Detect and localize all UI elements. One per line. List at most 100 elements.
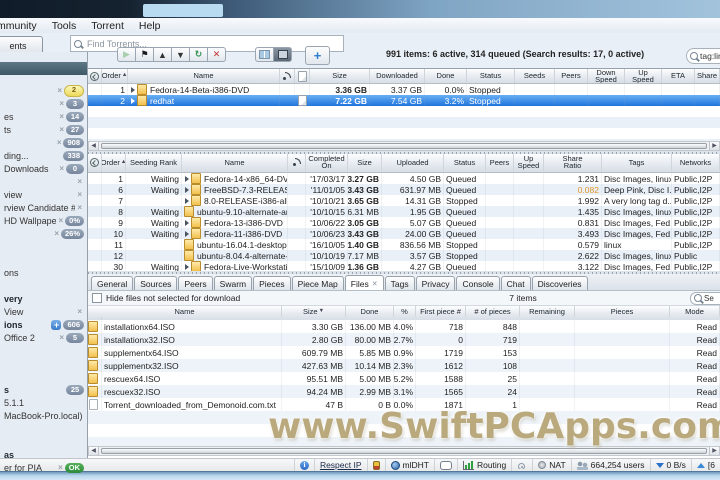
column-header-size[interactable]: Size ▼	[282, 306, 346, 317]
seeding-row[interactable]: 10 Waiting Fedora-11-i386-DVD '10/06/23 3.43…	[88, 228, 720, 239]
column-header-peers[interactable]: Peers	[486, 154, 514, 171]
add-torrent-button[interactable]	[305, 46, 330, 65]
tag-filter-box[interactable]: tag:linux	[686, 48, 720, 64]
expand-icon[interactable]	[185, 230, 189, 237]
sidebar-item[interactable]: MacBook-Pro.local)	[0, 409, 87, 422]
sidebar-item[interactable]: ding... 338	[0, 149, 87, 162]
sidebar-item[interactable]: very	[0, 292, 87, 305]
column-header-size[interactable]: Size	[310, 69, 370, 83]
close-icon[interactable]: ×	[58, 216, 63, 225]
column-header-rss-column-icon[interactable]	[288, 154, 306, 171]
column-header-name[interactable]: Name	[128, 69, 280, 83]
column-header-networks[interactable]: Networks	[672, 154, 720, 171]
column-header-name[interactable]: Name	[182, 154, 288, 171]
menu-item-help[interactable]: Help	[139, 20, 161, 32]
sidebar-item[interactable]: × 908	[0, 136, 87, 149]
close-icon[interactable]: ×	[54, 229, 59, 238]
column-setup-cell[interactable]	[88, 69, 102, 83]
files-search-box[interactable]: Se	[690, 291, 720, 305]
close-icon[interactable]: ×	[59, 164, 64, 173]
column-header-pieces[interactable]: Pieces	[575, 306, 670, 317]
column-header-seeding-rank[interactable]: Seeding Rank	[126, 154, 182, 171]
close-icon[interactable]: ×	[59, 333, 64, 342]
scroll-left-icon[interactable]: ◀	[89, 447, 99, 455]
expand-icon[interactable]	[185, 186, 189, 193]
seeding-row[interactable]: 9 Waiting Fedora-13-i386-DVD '10/06/22 3.05 …	[88, 217, 720, 228]
sidebar-item[interactable]: ions +606	[0, 318, 87, 331]
column-header-rss-column-icon[interactable]	[280, 69, 295, 83]
file-row[interactable]: rescuex64.ISO 95.51 MB 5.00 MB 5.2% 1588 25 Re…	[88, 372, 720, 385]
scroll-right-icon[interactable]: ▶	[709, 142, 719, 150]
expand-icon[interactable]	[185, 175, 189, 182]
stop-icon[interactable]	[135, 47, 154, 62]
column-header-status[interactable]: Status	[444, 154, 486, 171]
add-subscription-icon[interactable]: +	[51, 319, 62, 330]
close-icon[interactable]: ×	[59, 99, 64, 108]
start-icon[interactable]	[117, 47, 136, 62]
close-icon[interactable]: ×	[77, 190, 82, 199]
expand-icon[interactable]	[185, 263, 189, 270]
move-down-icon[interactable]	[171, 47, 190, 62]
close-icon[interactable]: ×	[77, 307, 82, 316]
column-header-share[interactable]: Share	[695, 69, 720, 83]
list-view-icon[interactable]	[273, 47, 292, 62]
sidebar-item[interactable]: View ×	[0, 305, 87, 318]
column-header-order[interactable]: Order ▲	[102, 154, 126, 171]
close-tab-icon[interactable]: ✕	[372, 280, 378, 288]
scrollbar-thumb[interactable]	[101, 448, 707, 454]
torrent-row[interactable]: 1 Fedora-14-Beta-i386-DVD 3.36 GB 3.37 GB 0.…	[88, 84, 720, 95]
tab-piece-map[interactable]: Piece Map	[291, 276, 344, 290]
column-header-mode[interactable]: Mode	[670, 306, 720, 317]
file-row[interactable]: supplementx64.ISO 609.79 MB 5.85 MB 0.9% 171…	[88, 346, 720, 359]
column-header-order[interactable]: Order ▲	[102, 69, 128, 83]
sidebar-item[interactable]: as	[0, 448, 87, 461]
tab-chat[interactable]: Chat	[500, 276, 531, 290]
sidebar-item[interactable]: ts × 27	[0, 123, 87, 136]
seeding-row[interactable]: 8Waitingubuntu-9.10-alternate-amd64.iso'…	[88, 206, 720, 217]
status-item-respect-ip[interactable]: Respect IP	[313, 459, 367, 471]
sidebar-item[interactable]: view ×	[0, 188, 87, 201]
column-header-up-speed[interactable]: Up Speed	[625, 69, 662, 83]
column-header-done[interactable]: Done	[346, 306, 394, 317]
move-up-icon[interactable]	[153, 47, 172, 62]
sidebar-item[interactable]: × 2	[0, 84, 87, 97]
column-header-name[interactable]: Name	[88, 306, 282, 317]
column-setup-icon[interactable]	[90, 157, 99, 167]
seeding-row[interactable]: 1 Waiting Fedora-14-x86_64-DVD '17/03/17 3.2…	[88, 173, 720, 184]
tab-console[interactable]: Console	[456, 276, 500, 290]
hide-files-checkbox[interactable]	[92, 293, 102, 303]
menu-item-tools[interactable]: Tools	[52, 20, 77, 32]
sidebar-item[interactable]: 5.1.1	[0, 396, 87, 409]
column-header-downloaded[interactable]: Downloaded	[370, 69, 425, 83]
file-row[interactable]: installationx64.ISO 3.30 GB 136.00 MB 4.0% 7…	[88, 320, 720, 333]
column-header-first-piece[interactable]: First piece #	[416, 306, 466, 317]
expand-icon[interactable]	[185, 197, 189, 204]
column-header-down-speed[interactable]: Down Speed	[588, 69, 625, 83]
close-icon[interactable]: ×	[77, 203, 82, 212]
column-header-completed-on[interactable]: Completed On	[306, 154, 348, 171]
close-icon[interactable]: ×	[59, 125, 64, 134]
tab-pieces[interactable]: Pieces	[253, 276, 291, 290]
file-row[interactable]: rescuex32.ISO 94.24 MB 2.99 MB 3.1% 1565 24 Re…	[88, 385, 720, 398]
close-icon[interactable]: ×	[59, 112, 64, 121]
column-header-share-ratio[interactable]: Share Ratio	[544, 154, 602, 171]
remove-icon[interactable]	[207, 47, 226, 62]
sidebar-item[interactable]: er for PIA × OK	[0, 461, 87, 474]
column-header-done[interactable]: Done	[425, 69, 467, 83]
sidebar-item[interactable]: Downloads × 0	[0, 162, 87, 175]
column-header-status[interactable]: Status	[467, 69, 515, 83]
column-header-eta[interactable]: ETA	[662, 69, 695, 83]
downloads-h-scrollbar[interactable]: ◀ ▶	[88, 141, 720, 151]
column-header-up-speed[interactable]: Up Speed	[514, 154, 544, 171]
scroll-left-icon[interactable]: ◀	[89, 142, 99, 150]
menu-item-torrent[interactable]: Torrent	[91, 20, 124, 32]
expand-icon[interactable]	[131, 97, 135, 104]
column-header-uploaded[interactable]: Uploaded	[382, 154, 444, 171]
tab-sources[interactable]: Sources	[134, 276, 178, 290]
seeding-row[interactable]: 6WaitingFreeBSD-7.3-RELEASE-i386-all'11/…	[88, 184, 720, 195]
sidebar-item[interactable]: × 26%	[0, 227, 87, 240]
tab-peers[interactable]: Peers	[178, 276, 213, 290]
sidebar-item[interactable]: ×	[0, 175, 87, 188]
column-header-of-pieces[interactable]: # of pieces	[466, 306, 520, 317]
files-h-scrollbar[interactable]: ◀ ▶	[88, 446, 720, 456]
